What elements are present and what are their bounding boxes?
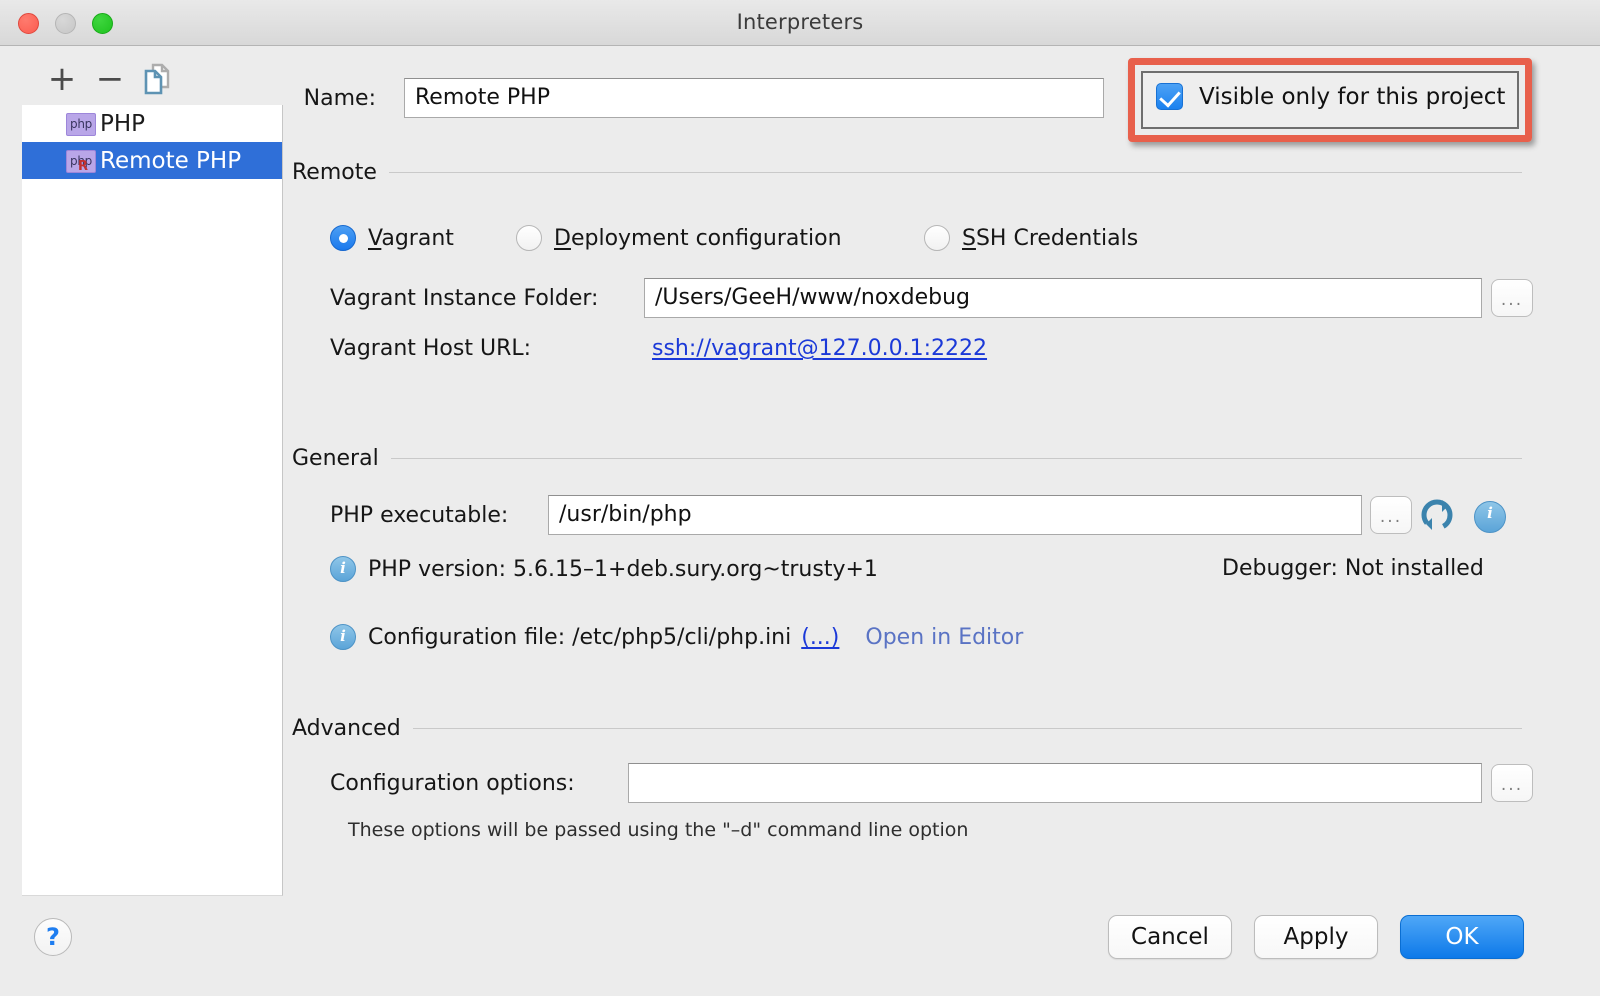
- php-executable-label: PHP executable:: [330, 503, 509, 528]
- open-in-editor-link[interactable]: Open in Editor: [865, 625, 1023, 650]
- remove-interpreter-button[interactable]: −: [90, 58, 130, 102]
- apply-button[interactable]: Apply: [1254, 915, 1378, 959]
- advanced-section-title: Advanced: [292, 716, 401, 741]
- section-divider: [390, 458, 1522, 459]
- debugger-status-text: Debugger: Not installed: [1222, 556, 1484, 581]
- info-icon: [330, 624, 356, 650]
- radio-indicator[interactable]: [924, 225, 950, 251]
- plus-icon: +: [47, 59, 77, 99]
- php-executable-info-icon[interactable]: [1474, 501, 1506, 533]
- name-input[interactable]: Remote PHP: [404, 78, 1104, 118]
- section-divider: [388, 172, 1522, 173]
- configuration-file-row: Configuration file: /etc/php5/cli/php.in…: [330, 624, 1023, 650]
- section-divider: [412, 728, 1522, 729]
- minus-icon: −: [95, 59, 125, 99]
- remote-type-radio-vagrant[interactable]: Vagrant: [330, 225, 454, 251]
- ok-button[interactable]: OK: [1400, 915, 1524, 959]
- list-item-label: Remote PHP: [100, 147, 242, 174]
- php-executable-input[interactable]: /usr/bin/php: [548, 495, 1362, 535]
- info-icon: [330, 556, 356, 582]
- radio-label: Deployment configuration: [554, 225, 842, 251]
- vagrant-instance-folder-input[interactable]: /Users/GeeH/www/noxdebug: [644, 278, 1482, 318]
- configuration-file-text: Configuration file: /etc/php5/cli/php.in…: [368, 624, 792, 650]
- remote-section-title: Remote: [292, 160, 377, 185]
- interpreter-detail-pane: Name: Remote PHP Remote Vagrant Deployme…: [292, 58, 1582, 898]
- configuration-options-label: Configuration options:: [330, 771, 575, 796]
- php-executable-browse-button[interactable]: ...: [1370, 496, 1412, 534]
- advanced-section-header: Advanced: [292, 716, 1522, 741]
- configuration-options-input[interactable]: [628, 763, 1482, 803]
- name-label: Name:: [303, 86, 376, 111]
- radio-label: Vagrant: [368, 225, 454, 251]
- refresh-icon[interactable]: [1420, 498, 1454, 532]
- red-highlight-annotation: [1128, 58, 1532, 142]
- help-button[interactable]: ?: [34, 918, 72, 956]
- vagrant-host-url-label: Vagrant Host URL:: [330, 336, 532, 361]
- remote-section-header: Remote: [292, 160, 1522, 185]
- radio-indicator[interactable]: [516, 225, 542, 251]
- vagrant-instance-folder-label: Vagrant Instance Folder:: [330, 286, 599, 311]
- vagrant-host-url-link[interactable]: ssh://vagrant@127.0.0.1:2222: [652, 336, 987, 361]
- general-section-title: General: [292, 446, 379, 471]
- remote-type-radio-deployment[interactable]: Deployment configuration: [516, 225, 842, 251]
- title-bar: Interpreters: [0, 0, 1600, 46]
- copy-interpreter-button[interactable]: [138, 58, 178, 102]
- configuration-options-hint: These options will be passed using the "…: [348, 819, 969, 841]
- vagrant-instance-folder-browse-button[interactable]: ...: [1491, 279, 1533, 317]
- interpreters-dialog: Interpreters + − php PHP php R Remote PHP: [0, 0, 1600, 996]
- add-interpreter-button[interactable]: +: [42, 58, 82, 102]
- list-item-php[interactable]: php PHP: [22, 105, 282, 142]
- window-title: Interpreters: [736, 10, 864, 34]
- list-item-label: PHP: [100, 110, 146, 137]
- php-version-text: PHP version: 5.6.15–1+deb.sury.org~trust…: [368, 556, 878, 582]
- php-remote-icon: php R: [66, 150, 96, 173]
- remote-type-radio-ssh[interactable]: SSH Credentials: [924, 225, 1138, 251]
- interpreter-list-toolbar: + −: [22, 58, 282, 106]
- php-version-row: PHP version: 5.6.15–1+deb.sury.org~trust…: [330, 556, 878, 582]
- cancel-button[interactable]: Cancel: [1108, 915, 1232, 959]
- remote-badge: R: [78, 159, 88, 174]
- general-section-header: General: [292, 446, 1522, 471]
- info-icon: [1474, 501, 1506, 533]
- radio-label: SSH Credentials: [962, 225, 1139, 251]
- php-icon: php: [66, 113, 96, 136]
- configuration-options-browse-button[interactable]: ...: [1491, 764, 1533, 802]
- list-item-remote-php[interactable]: php R Remote PHP: [22, 142, 282, 179]
- interpreter-list[interactable]: php PHP php R Remote PHP: [22, 105, 283, 896]
- configuration-file-link[interactable]: (...): [801, 625, 839, 650]
- copy-icon: [144, 63, 170, 95]
- radio-indicator[interactable]: [330, 225, 356, 251]
